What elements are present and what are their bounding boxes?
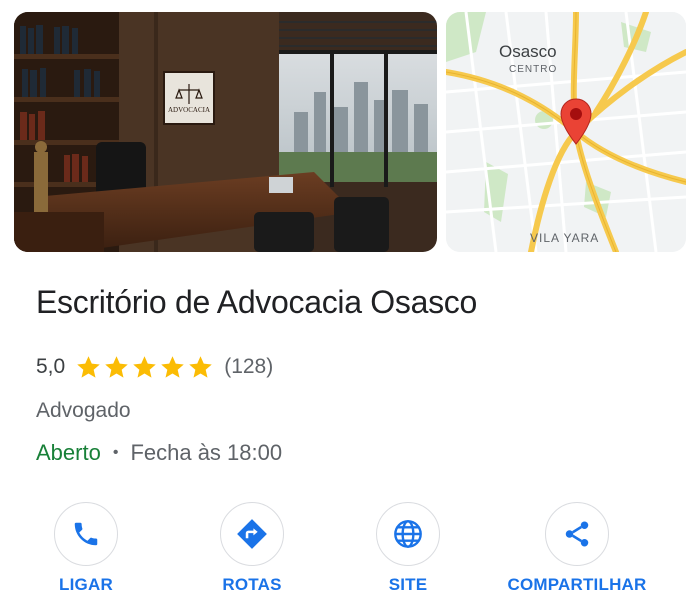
map-city-label: Osasco bbox=[499, 42, 557, 61]
rating-row[interactable]: 5,0 (128) bbox=[36, 352, 273, 382]
map-pin-icon bbox=[560, 98, 592, 145]
opening-status[interactable]: Aberto • Fecha às 18:00 bbox=[36, 440, 282, 466]
separator-dot: • bbox=[112, 444, 119, 461]
directions-button[interactable]: ROTAS bbox=[177, 502, 327, 595]
closing-time: Fecha às 18:00 bbox=[130, 440, 283, 465]
call-button[interactable]: LIGAR bbox=[11, 502, 161, 595]
map-district-label: CENTRO bbox=[509, 64, 558, 75]
star-icon bbox=[161, 355, 184, 378]
call-circle[interactable] bbox=[54, 502, 118, 566]
directions-label: ROTAS bbox=[222, 575, 282, 594]
map-neighborhood-label: VILA YARA bbox=[530, 231, 600, 245]
place-photo[interactable]: ADVOCACIA bbox=[14, 12, 437, 252]
review-count[interactable]: (128) bbox=[224, 355, 273, 379]
website-circle[interactable] bbox=[376, 502, 440, 566]
directions-icon bbox=[237, 519, 267, 549]
open-status: Aberto bbox=[36, 440, 101, 465]
globe-icon bbox=[394, 520, 422, 548]
place-title: Escritório de Advocacia Osasco bbox=[36, 284, 477, 320]
star-icon bbox=[77, 355, 100, 378]
sign-text: ADVOCACIA bbox=[168, 106, 210, 114]
website-button[interactable]: SITE bbox=[333, 502, 483, 595]
directions-circle[interactable] bbox=[220, 502, 284, 566]
share-button[interactable]: COMPARTILHAR bbox=[502, 502, 652, 595]
phone-icon bbox=[74, 522, 98, 546]
location-map[interactable]: Osasco CENTRO VILA YARA bbox=[446, 12, 686, 252]
star-icon bbox=[189, 355, 212, 378]
rating-value: 5,0 bbox=[36, 355, 66, 378]
website-label: SITE bbox=[388, 575, 428, 594]
call-label: LIGAR bbox=[59, 575, 113, 594]
share-label: COMPARTILHAR bbox=[507, 575, 647, 594]
place-category: Advogado bbox=[36, 399, 131, 422]
rating-stars bbox=[75, 354, 214, 381]
star-icon bbox=[105, 355, 128, 378]
share-icon bbox=[565, 521, 589, 547]
star-icon bbox=[133, 355, 156, 378]
share-circle[interactable] bbox=[545, 502, 609, 566]
